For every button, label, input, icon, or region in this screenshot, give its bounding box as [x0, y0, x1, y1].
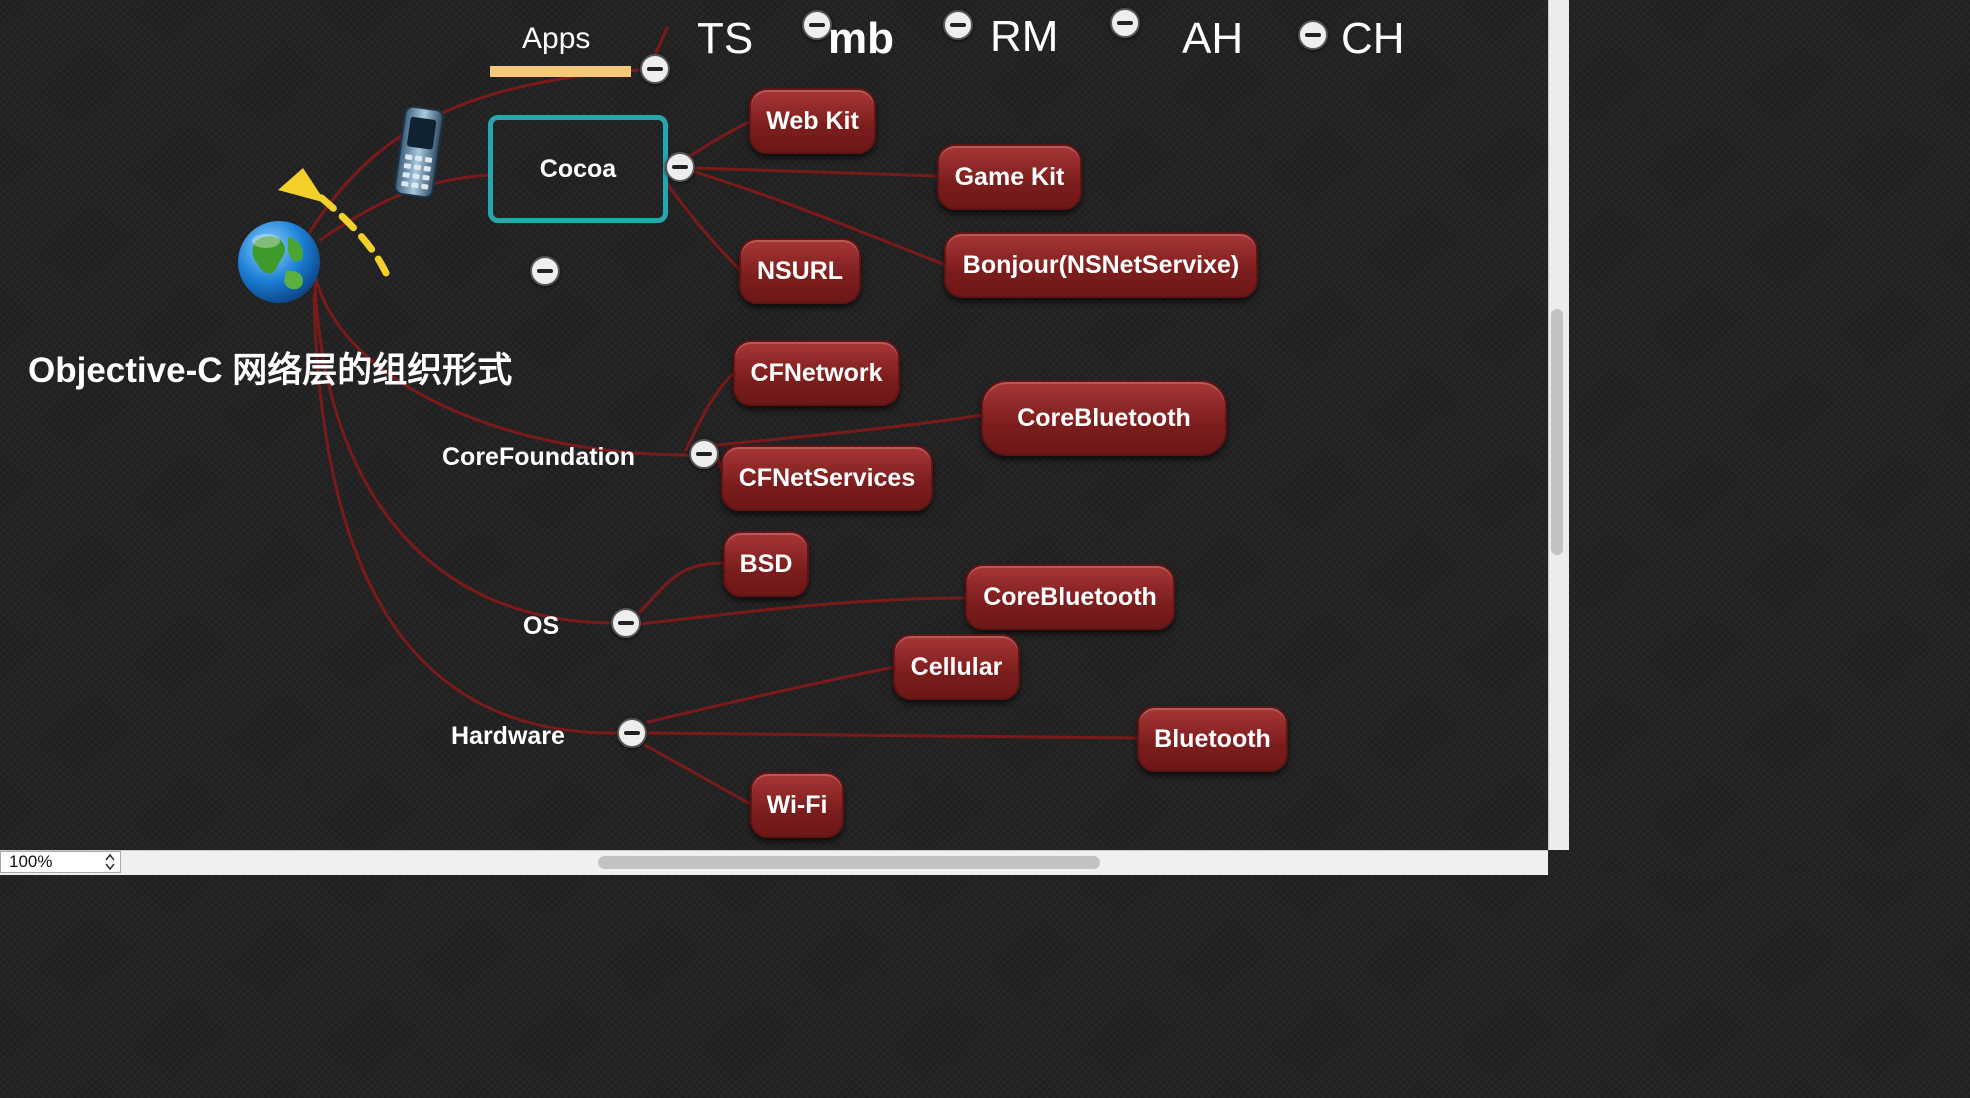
- node-bsd[interactable]: BSD: [723, 531, 809, 597]
- header-item-ch[interactable]: CH: [1341, 14, 1405, 64]
- zoom-value: 100%: [9, 852, 53, 871]
- node-game-kit[interactable]: Game Kit: [937, 144, 1082, 210]
- header-item-mb[interactable]: mb: [828, 14, 894, 64]
- node-os[interactable]: OS: [523, 612, 559, 641]
- node-bonjour[interactable]: Bonjour(NSNetServixe): [944, 232, 1258, 298]
- connector-os-corebluetooth: [638, 596, 968, 626]
- collapse-minus-icon[interactable]: [689, 439, 719, 469]
- horizontal-scroll-thumb[interactable]: [598, 856, 1100, 869]
- mind-map-canvas[interactable]: TS mb RM AH CH Apps Objective-C 网络层的组织形式…: [0, 0, 1548, 850]
- node-cocoa[interactable]: Cocoa: [488, 115, 668, 223]
- collapse-minus-icon[interactable]: [611, 608, 641, 638]
- node-corefoundation[interactable]: CoreFoundation: [442, 443, 635, 472]
- collapse-minus-icon[interactable]: [1298, 20, 1328, 50]
- apps-underline: [490, 66, 631, 77]
- map-title[interactable]: Objective-C 网络层的组织形式: [28, 342, 512, 393]
- connector-cocoa-nsurl: [666, 183, 742, 272]
- node-cfnetwork[interactable]: CFNetwork: [733, 340, 900, 406]
- connector-cocoa-gamekit: [693, 166, 940, 178]
- globe-icon[interactable]: [236, 219, 322, 305]
- connector-os-bsd: [638, 561, 726, 614]
- node-web-kit[interactable]: Web Kit: [749, 88, 876, 154]
- header-item-ah[interactable]: AH: [1182, 14, 1243, 64]
- header-item-ts[interactable]: TS: [697, 14, 753, 64]
- node-nsurl[interactable]: NSURL: [739, 238, 861, 304]
- connector-hw-bluetooth: [646, 731, 1140, 740]
- node-corebluetooth-cf[interactable]: CoreBluetooth: [981, 380, 1227, 456]
- collapse-minus-icon[interactable]: [665, 152, 695, 182]
- node-cfnetservices[interactable]: CFNetServices: [721, 445, 933, 511]
- apps-label[interactable]: Apps: [522, 22, 590, 56]
- node-bluetooth[interactable]: Bluetooth: [1137, 706, 1288, 772]
- collapse-minus-icon[interactable]: [617, 718, 647, 748]
- vertical-scroll-thumb[interactable]: [1551, 309, 1563, 555]
- collapse-minus-icon[interactable]: [943, 10, 973, 40]
- collapse-minus-icon[interactable]: [530, 256, 560, 286]
- node-hardware[interactable]: Hardware: [451, 722, 565, 751]
- connector-hw-wifi: [643, 743, 754, 807]
- node-cellular[interactable]: Cellular: [893, 634, 1020, 700]
- header-item-rm[interactable]: RM: [990, 12, 1058, 62]
- node-corebluetooth-os[interactable]: CoreBluetooth: [965, 564, 1175, 630]
- collapse-minus-icon[interactable]: [640, 54, 670, 84]
- collapse-minus-icon[interactable]: [1110, 8, 1140, 38]
- connector-apps-ts: [653, 26, 669, 57]
- connector-cf-corebluetooth: [716, 413, 984, 447]
- connector-hw-cellular: [646, 665, 896, 724]
- zoom-select[interactable]: 100%: [0, 851, 121, 873]
- node-wi-fi[interactable]: Wi-Fi: [750, 772, 844, 838]
- mobile-phone-icon: [394, 105, 444, 199]
- connector-cf-cfnetwork: [684, 371, 736, 452]
- stepper-arrows-icon[interactable]: [104, 853, 116, 871]
